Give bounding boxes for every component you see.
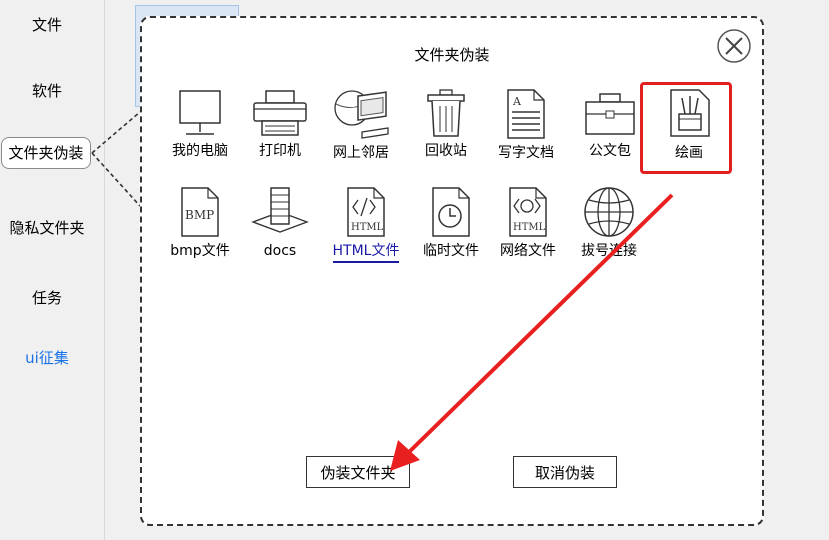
docs-icon	[251, 187, 309, 233]
close-button[interactable]	[716, 28, 752, 64]
sidebar-item-folder-disguise[interactable]: 文件夹伪装	[1, 137, 91, 169]
recycle-bin-icon	[427, 89, 465, 137]
dialog-title: 文件夹伪装	[414, 46, 490, 64]
option-label: 网上邻居	[333, 145, 389, 161]
option-my-computer[interactable]: 我的电脑	[159, 88, 241, 160]
option-printer[interactable]: 打印机	[239, 88, 321, 160]
svg-text:A: A	[512, 95, 522, 108]
html-text: HTML	[351, 222, 384, 233]
sidebar-item-tasks[interactable]: 任务	[0, 288, 94, 308]
sidebar-item-private-folder[interactable]: 隐私文件夹	[0, 218, 94, 238]
bmp-text: BMP	[185, 208, 214, 222]
bmp-file-icon: BMP	[181, 187, 219, 237]
option-label: 我的电脑	[172, 143, 228, 159]
network-html-text: HTML	[513, 222, 546, 233]
text-document-icon: A	[507, 89, 545, 139]
option-briefcase[interactable]: 公文包	[569, 88, 651, 160]
option-bmp-file[interactable]: BMP bmp文件	[159, 186, 241, 260]
printer-icon	[253, 90, 307, 136]
option-network-places[interactable]: 网上邻居	[320, 88, 402, 162]
option-recycle-bin[interactable]: 回收站	[405, 88, 487, 160]
sidebar-item-ui-collection[interactable]: ui征集	[0, 348, 94, 368]
close-icon	[717, 29, 751, 63]
sidebar-item-file[interactable]: 文件	[0, 15, 94, 35]
option-label: 写字文档	[498, 145, 554, 161]
option-docs[interactable]: docs	[239, 186, 321, 260]
option-text-document[interactable]: A 写字文档	[485, 88, 567, 162]
cancel-disguise-button[interactable]: 取消伪装	[513, 456, 617, 488]
option-label: HTML文件	[332, 242, 400, 263]
sidebar: 文件 软件 文件夹伪装 隐私文件夹 任务 ui征集	[0, 0, 105, 540]
selection-highlight	[640, 82, 732, 174]
option-label: 网络文件	[500, 243, 556, 259]
option-label: 拔号连接	[581, 243, 637, 259]
computer-icon	[179, 90, 221, 135]
sidebar-item-software[interactable]: 软件	[0, 81, 94, 101]
network-file-icon: HTML	[509, 187, 547, 237]
option-network-file[interactable]: HTML 网络文件	[487, 186, 569, 260]
disguise-folder-button[interactable]: 伪装文件夹	[306, 456, 410, 488]
folder-disguise-dialog: 文件夹伪装 我的电脑 打印机 网上邻居 回收站 A 写字文档 公文包 绘画 BM…	[140, 16, 764, 526]
html-file-icon: HTML	[347, 187, 385, 237]
option-label: 回收站	[425, 143, 467, 159]
option-html-file[interactable]: HTML HTML文件	[325, 186, 407, 263]
network-places-icon	[334, 90, 389, 139]
option-label: bmp文件	[170, 243, 230, 259]
option-dialup[interactable]: 拔号连接	[568, 186, 650, 260]
option-label: 公文包	[589, 143, 631, 159]
option-label: 打印机	[259, 143, 301, 159]
temp-file-icon	[432, 187, 470, 237]
option-temp-file[interactable]: 临时文件	[410, 186, 492, 260]
dialup-icon	[584, 187, 634, 237]
briefcase-icon	[585, 93, 635, 135]
option-label: 临时文件	[423, 243, 479, 259]
option-label: docs	[263, 243, 297, 259]
